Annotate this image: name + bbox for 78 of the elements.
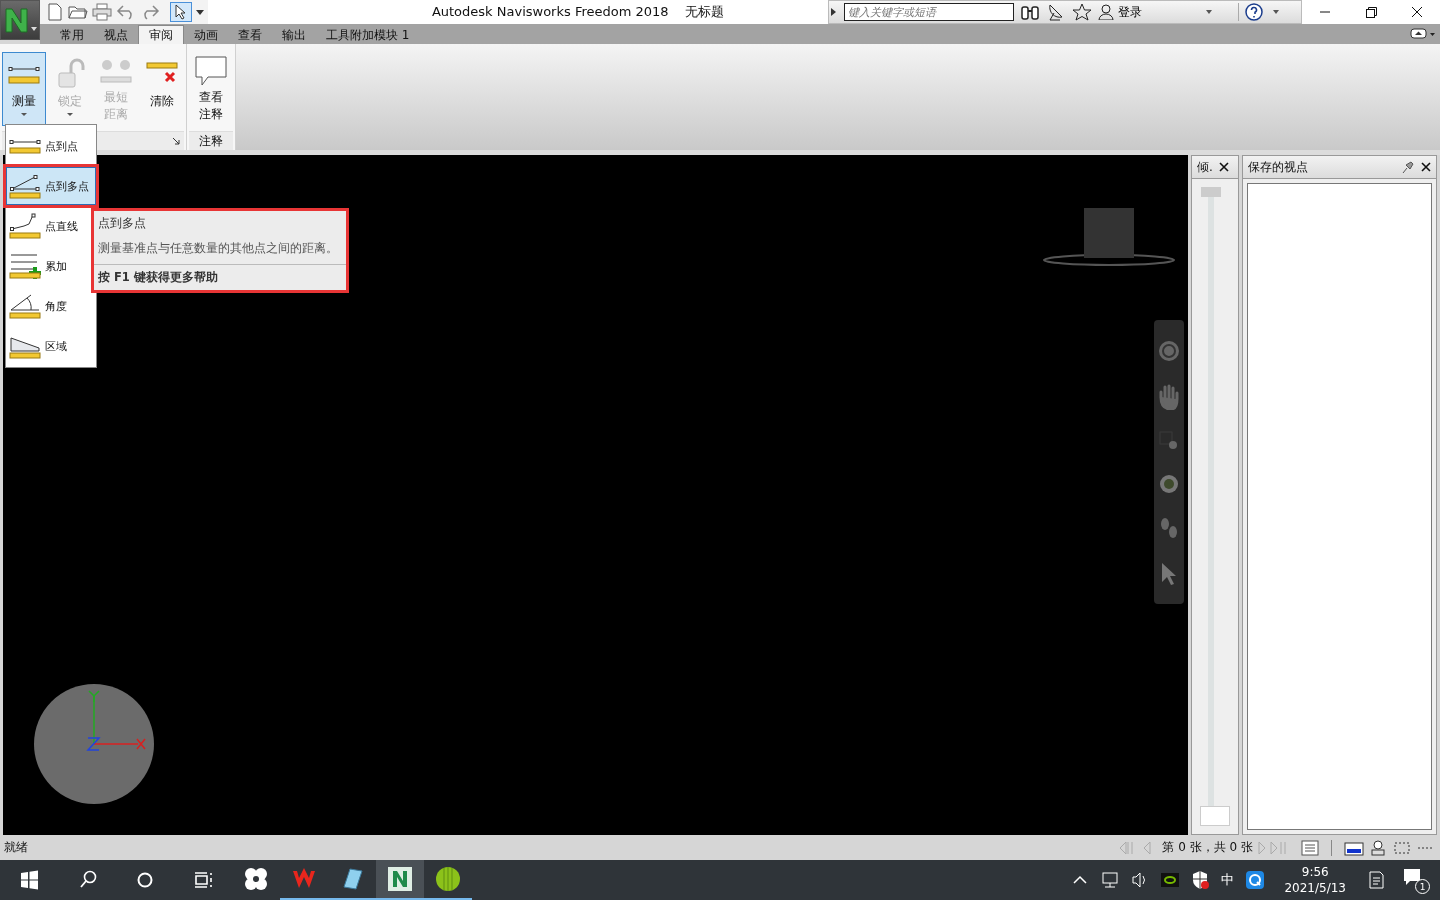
panel-title: 注释 xyxy=(199,132,223,150)
taskbar-app-button[interactable] xyxy=(376,860,424,900)
user-icon xyxy=(1098,4,1114,20)
ribbon-tab[interactable]: 查看 xyxy=(228,26,272,44)
polyline-ruler-icon xyxy=(9,213,41,239)
multi-point-ruler-icon xyxy=(9,173,41,199)
slider-thumb[interactable] xyxy=(1201,187,1221,197)
caret-icon xyxy=(67,112,73,116)
close-icon[interactable] xyxy=(1218,162,1229,172)
cursor-icon[interactable] xyxy=(1160,561,1178,586)
menu-item[interactable]: 点直线 xyxy=(6,207,96,245)
search-field[interactable]: 键入关键字或短语 xyxy=(844,3,1014,21)
menu-item[interactable]: 角度 xyxy=(6,287,96,325)
pin-icon[interactable] xyxy=(1401,160,1415,174)
sign-in-button[interactable]: 登录 xyxy=(1098,3,1142,21)
input-method-indicator[interactable]: 中 xyxy=(1221,871,1235,889)
caret-icon xyxy=(21,112,27,116)
select-tool-button[interactable] xyxy=(170,2,192,22)
n-logo-icon xyxy=(3,6,31,34)
gpu-icon[interactable] xyxy=(1160,870,1181,890)
minimize-ribbon-icon[interactable] xyxy=(1410,28,1436,40)
notification-count-badge: 1 xyxy=(1415,879,1430,894)
panel-title: 保存的视点 xyxy=(1248,158,1308,176)
menu-item[interactable]: 累加 xyxy=(6,247,96,285)
w-logo-icon xyxy=(292,868,316,890)
steering-wheel-icon[interactable] xyxy=(1157,338,1181,363)
notepad-icon xyxy=(340,867,364,891)
footprints-icon[interactable] xyxy=(1159,516,1179,541)
caret-icon[interactable] xyxy=(1206,10,1212,14)
pinwheel-icon xyxy=(244,867,268,891)
ribbon-button[interactable]: 查看注释 xyxy=(189,52,233,126)
render-progress-icon[interactable] xyxy=(1344,839,1364,856)
print-icon[interactable] xyxy=(92,3,112,21)
cursor-icon xyxy=(175,4,187,20)
accumulate-ruler-icon xyxy=(9,253,41,279)
caret-icon[interactable] xyxy=(196,9,204,15)
sheet-counter: 第 0 张，共 0 张 xyxy=(1162,839,1253,856)
app-menu-button[interactable] xyxy=(0,0,40,40)
expand-arrow-icon[interactable] xyxy=(831,8,836,16)
ribbon-tab[interactable]: 审阅 xyxy=(138,25,184,44)
panel-title: 倾. xyxy=(1197,158,1213,176)
network-icon[interactable] xyxy=(1100,870,1121,890)
ribbon-tab[interactable]: 常用 xyxy=(50,26,94,44)
tooltip-title: 点到多点 xyxy=(97,215,147,232)
open-folder-icon[interactable] xyxy=(68,3,88,21)
clock-date: 2021/5/13 xyxy=(1284,880,1346,896)
ribbon-tab[interactable]: 工具附加模块 1 xyxy=(316,26,420,44)
zoom-window-icon[interactable] xyxy=(1159,430,1179,451)
tooltip-description: 测量基准点与任意数量的其他点之间的距离。 xyxy=(97,240,339,257)
slider-footer xyxy=(1200,806,1230,826)
close-icon[interactable] xyxy=(1421,162,1431,172)
star-icon[interactable] xyxy=(1072,3,1092,21)
hand-icon[interactable] xyxy=(1157,383,1181,410)
n-logo-icon xyxy=(388,867,412,891)
launcher-icon[interactable] xyxy=(172,137,180,145)
ribbon-button[interactable]: 清除 xyxy=(140,52,184,126)
new-file-icon[interactable] xyxy=(46,3,64,21)
clock-time: 9:56 xyxy=(1301,864,1329,880)
q-app-icon[interactable] xyxy=(1245,870,1266,890)
caret-icon[interactable] xyxy=(1273,10,1279,14)
shield-warning-icon[interactable] xyxy=(1190,870,1211,890)
binoculars-icon[interactable] xyxy=(1020,3,1040,21)
ribbon-button[interactable]: 测量 xyxy=(2,52,46,126)
angle-ruler-icon xyxy=(9,293,41,319)
window-title: Autodesk Navisworks Freedom 2018 无标题 xyxy=(430,3,726,21)
action-center-button[interactable]: 1 xyxy=(1402,866,1430,894)
menu-item[interactable]: 点到点 xyxy=(6,127,96,165)
menu-item[interactable]: 区域 xyxy=(6,327,96,365)
striped-sphere-icon xyxy=(436,867,460,891)
ribbon-tab[interactable]: 动画 xyxy=(184,26,228,44)
ribbon-tab[interactable]: 输出 xyxy=(272,26,316,44)
clock[interactable]: 9:56 2021/5/13 xyxy=(1284,864,1346,896)
tooltip-help-text: 按 F1 键获得更多帮助 xyxy=(94,264,346,290)
list-icon[interactable] xyxy=(1301,839,1319,856)
menu-item[interactable]: 点到多点 xyxy=(6,167,96,205)
ribbon-tab[interactable]: 视点 xyxy=(94,26,138,44)
status-text: 就绪 xyxy=(4,839,28,856)
ruler-icon xyxy=(9,138,41,154)
